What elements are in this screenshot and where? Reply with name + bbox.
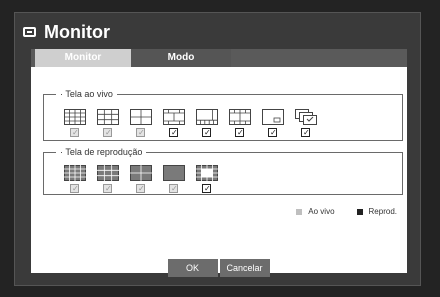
live-4-split-checkbox[interactable]: ✓ (136, 128, 145, 137)
check-mark-icon: ✓ (138, 128, 145, 137)
live-layout-list: ✓ ✓ ✓ ✓ ✓ ✓ ✓ ✓ (58, 109, 322, 137)
legend-live-swatch (296, 208, 303, 215)
live-layout-sequence: ✓ (289, 109, 322, 137)
live-layout-8-split-b: ✓ (190, 109, 223, 137)
playback-16-split-checkbox[interactable]: ✓ (70, 184, 79, 193)
live-13-split-layout-icon (228, 109, 251, 125)
live-8-split-a-layout-icon (162, 109, 185, 125)
legend: Ao vivo Reprod. (274, 207, 397, 216)
playback-single-checkbox[interactable]: ✓ (169, 184, 178, 193)
tab-modo[interactable]: Modo (131, 49, 231, 67)
playback-group-title: · Tela de reprodução (60, 147, 143, 157)
live-layout-8-split-a: ✓ (157, 109, 190, 137)
check-mark-icon: ✓ (105, 184, 112, 193)
cancel-button[interactable]: Cancelar (219, 259, 270, 277)
legend-live-label: Ao vivo (308, 207, 335, 216)
live-group-title: · Tela ao vivo (60, 89, 113, 99)
playback-layout-4-split: ✓ (124, 165, 157, 193)
button-row: OK Cancelar (15, 259, 422, 277)
live-pip-checkbox[interactable]: ✓ (268, 128, 277, 137)
live-sequence-layout-icon (294, 109, 317, 125)
playback-16-split-layout-icon (63, 165, 86, 181)
playback-layout-multi: ✓ (190, 165, 223, 193)
playback-9-split-layout-icon (96, 165, 119, 181)
check-mark-icon: ✓ (270, 128, 277, 137)
playback-multi-checkbox[interactable]: ✓ (202, 184, 211, 193)
playback-layout-16-split: ✓ (58, 165, 91, 193)
live-layout-9-split: ✓ (91, 109, 124, 137)
playback-single-layout-icon (162, 165, 185, 181)
playback-multi-layout-icon (195, 165, 218, 181)
check-mark-icon: ✓ (303, 128, 310, 137)
monitor-icon (23, 27, 36, 37)
tab-monitor[interactable]: Monitor (35, 49, 131, 67)
live-screen-group: · Tela ao vivo ✓ ✓ ✓ ✓ ✓ ✓ ✓ ✓ (43, 89, 403, 141)
live-layout-pip: ✓ (256, 109, 289, 137)
playback-4-split-layout-icon (129, 165, 152, 181)
playback-screen-group: · Tela de reprodução ✓ ✓ ✓ ✓ ✓ (43, 147, 403, 195)
live-9-split-layout-icon (96, 109, 119, 125)
playback-layout-9-split: ✓ (91, 165, 124, 193)
window-title: Monitor (23, 19, 110, 45)
live-layout-16-split: ✓ (58, 109, 91, 137)
live-8-split-b-checkbox[interactable]: ✓ (202, 128, 211, 137)
check-mark-icon: ✓ (105, 128, 112, 137)
ok-button[interactable]: OK (167, 259, 218, 277)
check-mark-icon: ✓ (72, 128, 79, 137)
live-4-split-layout-icon (129, 109, 152, 125)
check-mark-icon: ✓ (171, 184, 178, 193)
check-mark-icon: ✓ (204, 184, 211, 193)
playback-layout-single: ✓ (157, 165, 190, 193)
check-mark-icon: ✓ (204, 128, 211, 137)
tab-bar: Monitor Modo (31, 49, 407, 67)
live-16-split-layout-icon (63, 109, 86, 125)
legend-playback-label: Reprod. (368, 207, 397, 216)
monitor-window: Monitor Monitor Modo · Tela ao vivo ✓ ✓ ✓ ✓… (14, 12, 421, 286)
live-pip-layout-icon (261, 109, 284, 125)
live-13-split-checkbox[interactable]: ✓ (235, 128, 244, 137)
live-layout-13-split: ✓ (223, 109, 256, 137)
window-title-text: Monitor (44, 21, 110, 42)
settings-panel: · Tela ao vivo ✓ ✓ ✓ ✓ ✓ ✓ ✓ ✓ · Tela de reprod… (31, 67, 407, 273)
live-8-split-a-checkbox[interactable]: ✓ (169, 128, 178, 137)
live-layout-4-split: ✓ (124, 109, 157, 137)
legend-live: Ao vivo (296, 207, 335, 216)
playback-4-split-checkbox[interactable]: ✓ (136, 184, 145, 193)
check-mark-icon: ✓ (237, 128, 244, 137)
check-mark-icon: ✓ (171, 128, 178, 137)
live-sequence-checkbox[interactable]: ✓ (301, 128, 310, 137)
playback-9-split-checkbox[interactable]: ✓ (103, 184, 112, 193)
live-16-split-checkbox[interactable]: ✓ (70, 128, 79, 137)
check-mark-icon: ✓ (138, 184, 145, 193)
live-9-split-checkbox[interactable]: ✓ (103, 128, 112, 137)
playback-layout-list: ✓ ✓ ✓ ✓ ✓ (58, 165, 223, 193)
check-mark-icon: ✓ (72, 184, 79, 193)
live-8-split-b-layout-icon (195, 109, 218, 125)
legend-playback: Reprod. (356, 207, 397, 216)
legend-playback-swatch (356, 208, 363, 215)
